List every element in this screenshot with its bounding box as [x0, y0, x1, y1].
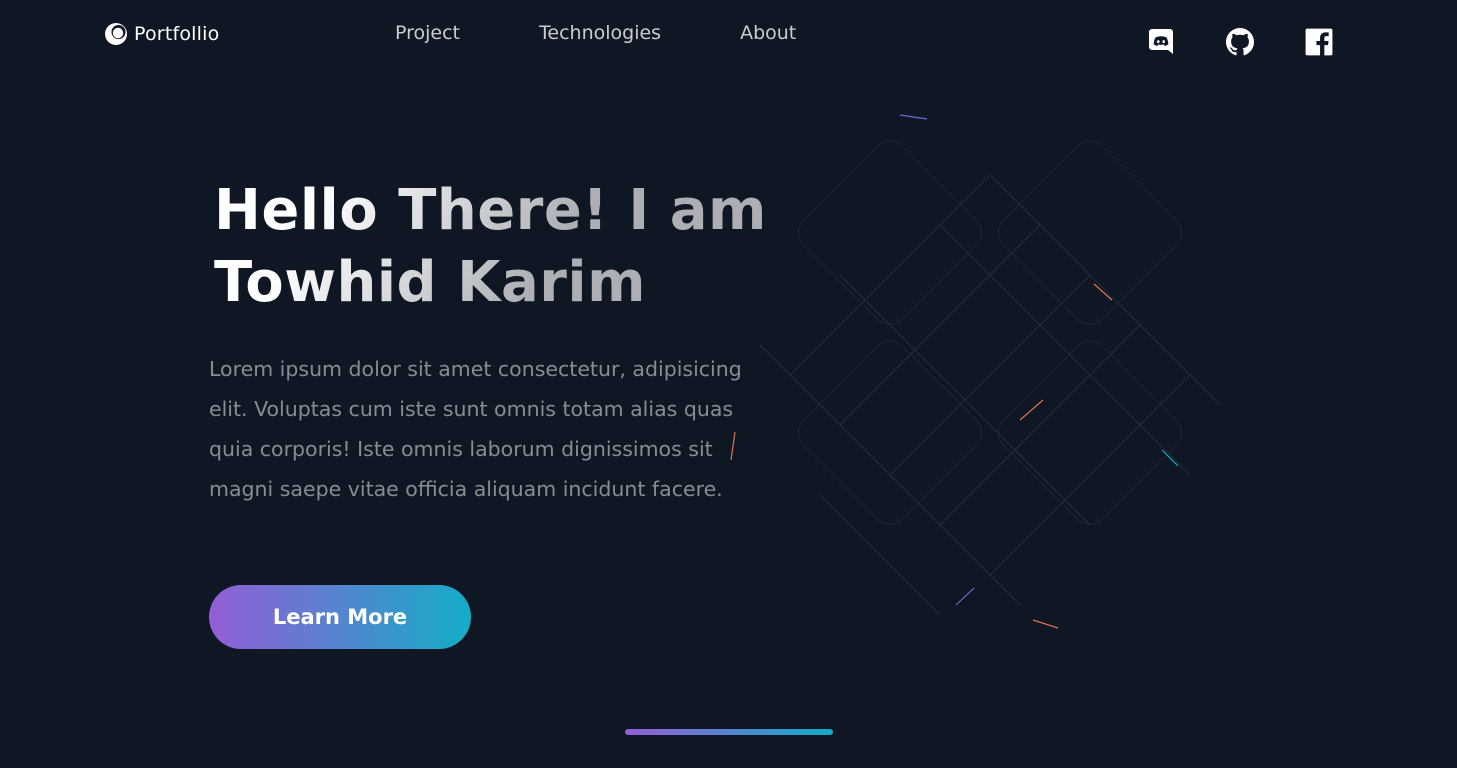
hero-title-line-1: Hello There! I am — [214, 178, 767, 243]
discord-link[interactable] — [1147, 28, 1175, 56]
logo-text: Portfollio — [134, 23, 220, 45]
github-icon — [1226, 28, 1254, 56]
hero-title: Hello There! I am Towhid Karim — [214, 175, 774, 319]
portfolio-logo-icon — [105, 23, 127, 45]
section-divider — [625, 729, 833, 735]
facebook-link[interactable] — [1305, 28, 1333, 56]
discord-icon — [1149, 29, 1173, 54]
nav-link-project[interactable]: Project — [395, 22, 460, 44]
logo-link[interactable]: Portfollio — [104, 22, 219, 46]
nav-link-technologies[interactable]: Technologies — [539, 22, 661, 44]
social-links — [1147, 28, 1333, 56]
page: Portfollio Project Technologies About He… — [0, 0, 1457, 768]
hero-title-line-2: Towhid Karim — [214, 250, 646, 315]
main-nav: Project Technologies About — [395, 22, 796, 44]
github-link[interactable] — [1226, 28, 1254, 56]
nav-link-about[interactable]: About — [740, 22, 796, 44]
background-grid-art — [730, 114, 1221, 629]
hero-description: Lorem ipsum dolor sit amet consectetur, … — [209, 357, 742, 501]
facebook-icon — [1305, 28, 1333, 56]
learn-more-button[interactable]: Learn More — [209, 585, 471, 649]
